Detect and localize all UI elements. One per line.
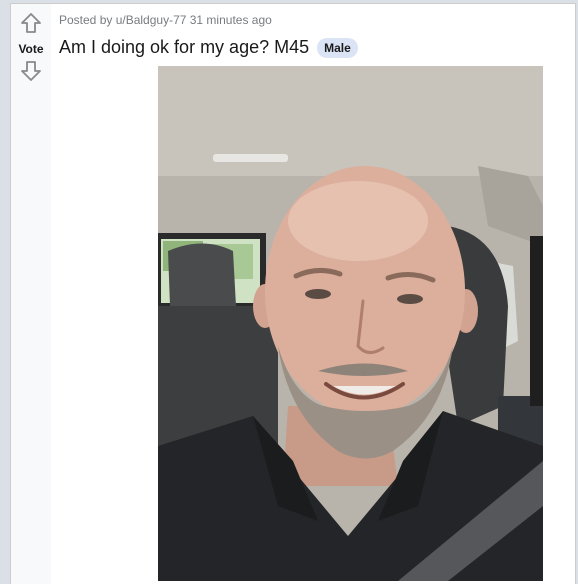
arrow-down-icon[interactable] bbox=[20, 60, 42, 82]
post-title[interactable]: Am I doing ok for my age? M45 bbox=[59, 37, 309, 58]
post-meta: Posted by u/Baldguy-77 31 minutes ago bbox=[59, 13, 272, 27]
flair-badge[interactable]: Male bbox=[317, 37, 358, 58]
arrow-up-icon[interactable] bbox=[20, 12, 42, 34]
title-row: Am I doing ok for my age? M45 Male bbox=[59, 37, 358, 58]
vote-column: Vote bbox=[11, 4, 51, 584]
selfie-photo[interactable] bbox=[158, 66, 543, 581]
vote-label: Vote bbox=[18, 42, 44, 56]
post-card: Vote Posted by u/Baldguy-77 31 minutes a… bbox=[10, 3, 576, 584]
